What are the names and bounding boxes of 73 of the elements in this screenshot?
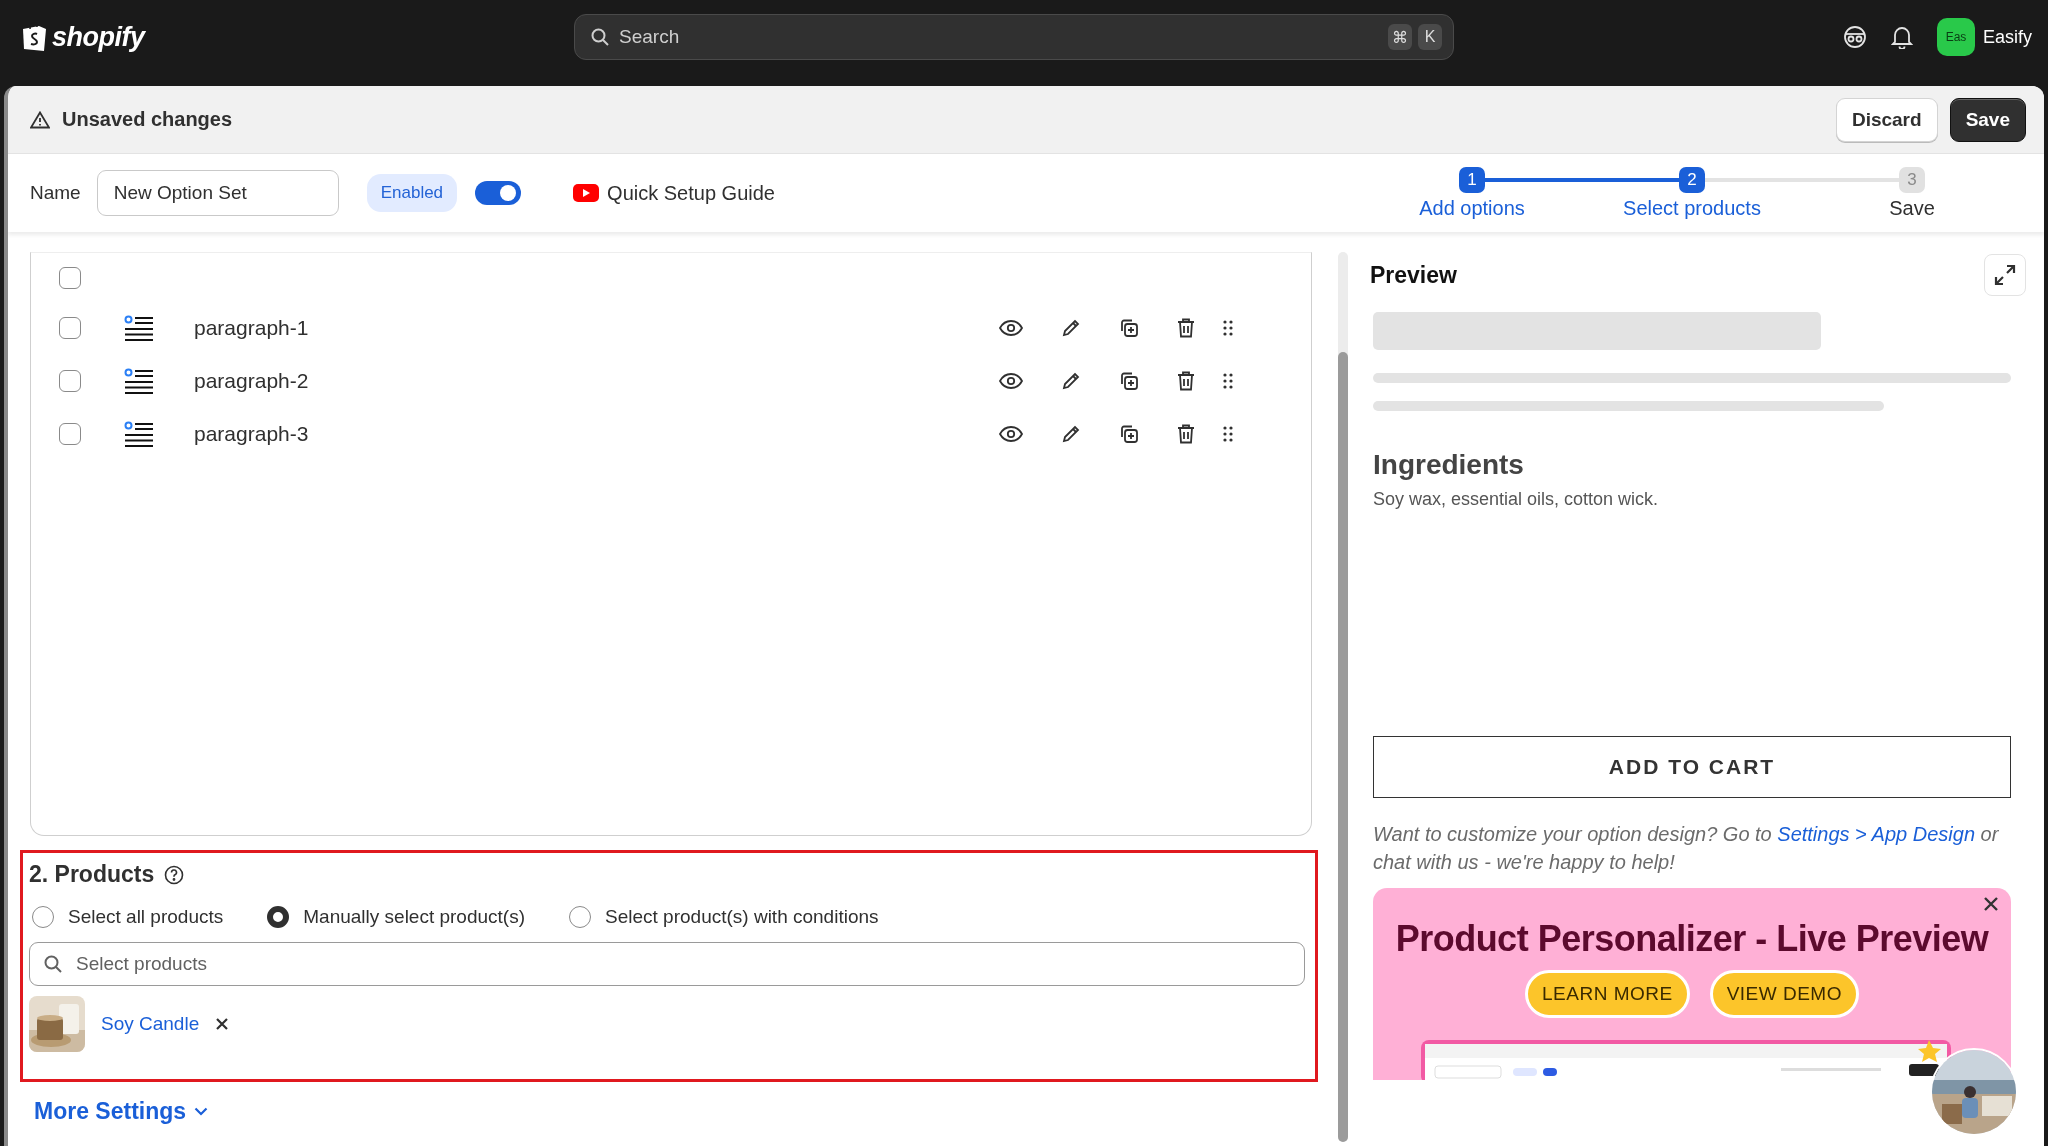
section-title: 2. Products <box>29 861 155 888</box>
duplicate-icon[interactable] <box>1119 370 1139 391</box>
checkbox[interactable] <box>59 369 81 392</box>
shopify-logo[interactable]: shopify <box>52 21 145 53</box>
checkbox[interactable] <box>59 267 81 289</box>
quick-setup-guide-link[interactable]: Quick Setup Guide <box>607 181 775 205</box>
checkbox[interactable] <box>59 422 81 445</box>
chevron-down-icon <box>194 1107 209 1116</box>
duplicate-icon[interactable] <box>1119 423 1139 444</box>
eye-icon[interactable] <box>999 425 1023 442</box>
more-settings-toggle[interactable]: More Settings <box>34 1098 209 1125</box>
duplicate-icon[interactable] <box>1119 317 1139 338</box>
search-icon <box>590 27 610 47</box>
shortcut-key: ⌘ <box>1388 24 1412 50</box>
glasses-icon[interactable] <box>1842 25 1867 49</box>
radio-button[interactable] <box>267 906 290 928</box>
help-text: Want to customize your option design? Go to Settings > App Design or chat with us - we're happy to help! <box>1373 822 2000 875</box>
preview-title: Preview <box>1370 261 1457 289</box>
app-design-link[interactable]: Settings > App Design <box>1777 823 1975 845</box>
trash-icon[interactable] <box>1177 317 1195 338</box>
radio-option[interactable]: Manually select product(s) <box>267 906 525 928</box>
step-number[interactable]: 2 <box>1679 166 1705 193</box>
name-label: Name <box>30 182 81 204</box>
add-to-cart-button[interactable]: ADD TO CART <box>1373 736 2011 798</box>
drag-handle-icon[interactable] <box>1223 319 1233 336</box>
product-heading: Ingredients <box>1373 449 1525 481</box>
pencil-icon[interactable] <box>1061 423 1081 444</box>
warning-icon <box>30 110 50 129</box>
trash-icon[interactable] <box>1177 370 1195 391</box>
expand-icon <box>1994 264 2016 286</box>
bell-icon[interactable] <box>1890 25 1913 49</box>
radio-option[interactable]: Select product(s) with conditions <box>569 906 879 928</box>
banner-title: Product Personalizer - Live Preview <box>1395 918 1989 960</box>
status-badge: Enabled <box>366 174 458 212</box>
discard-button[interactable]: Discard <box>1835 97 1938 142</box>
unsaved-changes-title: Unsaved changes <box>62 108 233 131</box>
paragraph-list-icon <box>124 367 154 394</box>
enabled-toggle[interactable] <box>475 181 522 205</box>
banner-button[interactable]: VIEW DEMO <box>1709 970 1859 1018</box>
help-icon[interactable] <box>164 864 185 885</box>
option-name: paragraph-2 <box>194 368 310 393</box>
step-label[interactable]: Save <box>1889 196 1935 220</box>
name-field[interactable]: New Option Set <box>96 170 339 216</box>
close-icon[interactable] <box>215 1017 230 1031</box>
eye-icon[interactable] <box>999 319 1023 336</box>
save-button[interactable]: Save <box>1949 97 2026 142</box>
banner-button[interactable]: LEARN MORE <box>1525 970 1690 1018</box>
step-number[interactable]: 1 <box>1459 166 1485 193</box>
product-description: Soy wax, essential oils, cotton wick. <box>1373 489 1660 510</box>
search-icon <box>43 954 63 974</box>
paragraph-list-icon <box>124 314 154 341</box>
scrollbar[interactable] <box>1338 252 1348 1142</box>
drag-handle-icon[interactable] <box>1223 425 1233 442</box>
store-avatar[interactable]: Eas <box>1936 18 1975 56</box>
product-link[interactable]: Soy Candle <box>101 1013 200 1035</box>
paragraph-list-icon <box>124 420 154 447</box>
drag-handle-icon[interactable] <box>1223 372 1233 389</box>
trash-icon[interactable] <box>1177 423 1195 444</box>
option-name: paragraph-3 <box>194 421 310 446</box>
option-name: paragraph-1 <box>194 315 310 340</box>
eye-icon[interactable] <box>999 372 1023 389</box>
store-name[interactable]: Easify <box>1982 26 2032 48</box>
expand-button[interactable] <box>1984 254 2026 296</box>
shortcut-key: K <box>1418 24 1442 50</box>
pencil-icon[interactable] <box>1061 370 1081 391</box>
select-products-field[interactable]: Select products <box>29 942 1305 986</box>
video-play-icon <box>573 184 600 202</box>
step-label[interactable]: Select products <box>1623 196 1761 220</box>
pencil-icon[interactable] <box>1061 317 1081 338</box>
close-icon[interactable] <box>1983 896 1999 912</box>
step-label[interactable]: Add options <box>1419 196 1525 220</box>
checkbox[interactable] <box>59 316 81 339</box>
radio-option[interactable]: Select all products <box>32 906 224 928</box>
